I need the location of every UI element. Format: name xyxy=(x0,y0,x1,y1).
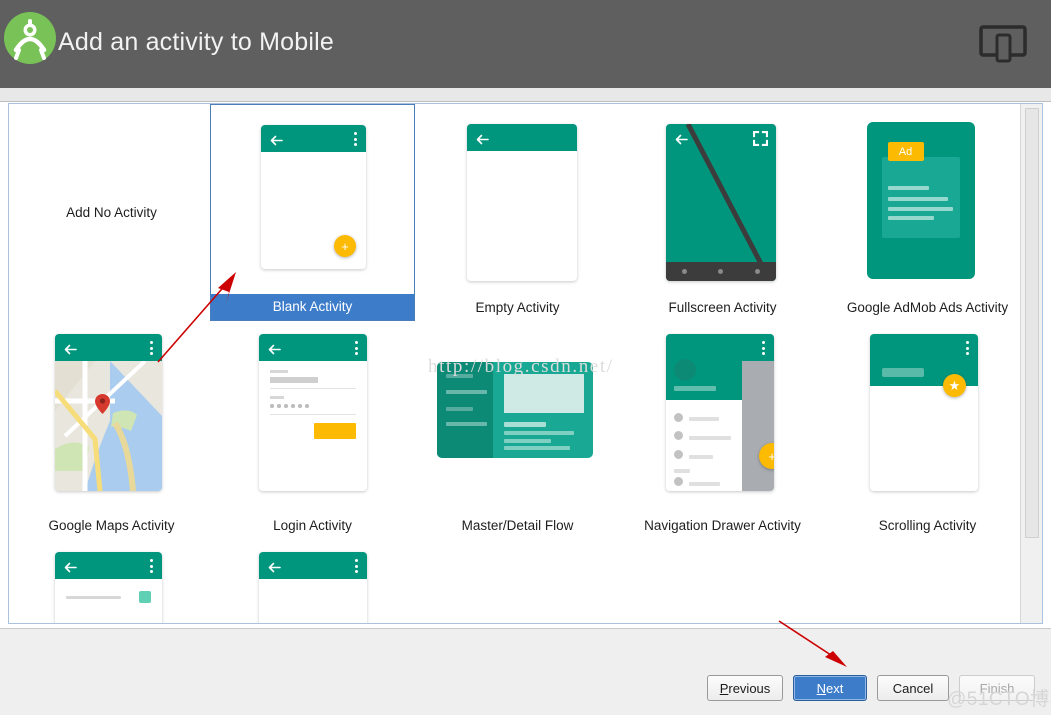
next-button[interactable]: Next xyxy=(793,675,867,701)
gallery-item-label: Blank Activity xyxy=(211,294,414,320)
gallery-item-scrolling-activity[interactable]: ★ Scrolling Activity xyxy=(825,322,1030,539)
checkbox-icon xyxy=(139,591,151,603)
gallery-item-blank-activity[interactable]: + Blank Activity xyxy=(210,104,415,321)
gallery-item-nav-drawer-activity[interactable]: + xyxy=(620,322,825,539)
gallery-item-label: Google AdMob Ads Activity xyxy=(825,295,1030,321)
gallery-scrollbar[interactable] xyxy=(1020,104,1042,623)
next-mnemonic: N xyxy=(817,681,826,696)
back-arrow-icon xyxy=(268,342,281,353)
gallery-item-label: Scrolling Activity xyxy=(825,513,1030,539)
cancel-label: Cancel xyxy=(893,681,933,696)
back-arrow-icon xyxy=(64,342,77,353)
map-pin-icon xyxy=(95,394,110,414)
back-arrow-icon xyxy=(675,132,688,143)
activity-gallery: Add No Activity + Blank Activity xyxy=(9,104,1020,623)
device-preview-icon[interactable] xyxy=(977,22,1029,66)
android-studio-logo-icon xyxy=(2,10,58,66)
gallery-item-add-no-activity[interactable]: Add No Activity xyxy=(9,104,214,321)
page-title: Add an activity to Mobile xyxy=(58,28,334,57)
back-arrow-icon xyxy=(268,560,281,571)
gallery-item-label: Login Activity xyxy=(210,513,415,539)
overflow-menu-icon xyxy=(354,132,357,146)
scrolling-activity-thumbnail: ★ xyxy=(825,322,1030,506)
login-activity-thumbnail xyxy=(210,322,415,506)
gallery-item-settings-activity[interactable] xyxy=(9,540,214,623)
expand-fullscreen-icon xyxy=(753,131,768,146)
overflow-menu-icon xyxy=(966,341,969,355)
master-detail-flow-thumbnail xyxy=(415,322,620,506)
fab-icon: + xyxy=(334,235,356,257)
overflow-menu-icon xyxy=(150,341,153,355)
fullscreen-activity-thumbnail xyxy=(620,104,825,288)
ad-badge: Ad xyxy=(888,142,924,161)
gallery-item-label: Fullscreen Activity xyxy=(620,295,825,321)
fab-star-icon: ★ xyxy=(943,374,966,397)
back-arrow-icon xyxy=(64,560,77,571)
add-no-activity-label: Add No Activity xyxy=(9,104,214,321)
dialog-footer xyxy=(0,628,1051,715)
watermark-url: http://blog.csdn.net/ xyxy=(428,356,614,378)
gallery-item-master-detail-flow[interactable]: Master/Detail Flow xyxy=(415,322,620,539)
settings-activity-thumbnail xyxy=(9,540,214,623)
gallery-scrollbar-thumb[interactable] xyxy=(1025,108,1039,538)
overflow-menu-icon xyxy=(355,341,358,355)
gallery-item-empty-activity[interactable]: Empty Activity xyxy=(415,104,620,321)
next-label: ext xyxy=(826,681,843,696)
previous-button[interactable]: Previous xyxy=(707,675,783,701)
row3-second-thumbnail xyxy=(210,540,415,623)
maps-activity-thumbnail xyxy=(9,322,214,506)
dialog-header: Add an activity to Mobile xyxy=(0,0,1051,88)
gallery-item-admob-activity[interactable]: Ad Google AdMob Ads Activity xyxy=(825,104,1030,321)
previous-label: revious xyxy=(728,681,770,696)
gallery-item-label: Master/Detail Flow xyxy=(415,513,620,539)
empty-activity-thumbnail xyxy=(415,104,620,288)
gallery-item-label: Empty Activity xyxy=(415,295,620,321)
blank-activity-thumbnail: + xyxy=(211,105,414,289)
cancel-button[interactable]: Cancel xyxy=(877,675,949,701)
gallery-item-label: Navigation Drawer Activity xyxy=(620,513,825,539)
login-submit-button-shape xyxy=(314,423,356,439)
overflow-menu-icon xyxy=(762,341,765,355)
gallery-item-row3-second[interactable] xyxy=(210,540,415,623)
overflow-menu-icon xyxy=(150,559,153,573)
watermark-site: @51CTO博客 xyxy=(947,684,1051,711)
back-arrow-icon xyxy=(476,132,489,143)
gallery-item-label: Google Maps Activity xyxy=(9,513,214,539)
back-arrow-icon xyxy=(270,133,283,144)
header-divider xyxy=(0,88,1051,102)
overflow-menu-icon xyxy=(355,559,358,573)
admob-activity-thumbnail: Ad xyxy=(825,104,1030,288)
gallery-item-maps-activity[interactable]: Google Maps Activity xyxy=(9,322,214,539)
gallery-item-fullscreen-activity[interactable]: Fullscreen Activity xyxy=(620,104,825,321)
activity-gallery-panel: Add No Activity + Blank Activity xyxy=(8,103,1043,624)
gallery-item-login-activity[interactable]: Login Activity xyxy=(210,322,415,539)
nav-drawer-activity-thumbnail: + xyxy=(620,322,825,506)
